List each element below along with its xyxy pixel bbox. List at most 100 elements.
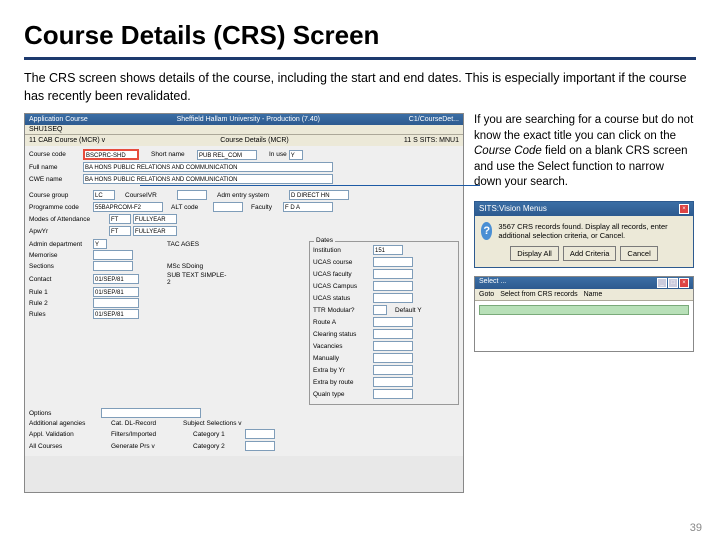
memorise-label: Memorise: [29, 252, 89, 259]
confirm-dialog: SITS:Vision Menus × ? 3567 CRS records f…: [474, 201, 694, 268]
maximize-icon[interactable]: □: [668, 278, 678, 288]
course-ivr-label: CourseIVR: [125, 192, 175, 199]
memorise-field[interactable]: [93, 250, 133, 260]
ucas-campus-label: UCAS Campus: [313, 283, 371, 290]
close-icon[interactable]: ×: [679, 278, 689, 288]
ttr-label: TTR Modular?: [313, 307, 371, 314]
alt-code-field[interactable]: [213, 202, 243, 212]
close-icon[interactable]: ×: [679, 204, 689, 214]
admin-dept-label: Admin department: [29, 241, 89, 248]
route-field[interactable]: [373, 317, 413, 327]
category2-field[interactable]: [245, 441, 275, 451]
vacancies-label: Vacancies: [313, 343, 371, 350]
cwe-name-field[interactable]: BA HONS PUBLIC RELATIONS AND COMMUNICATI…: [83, 174, 333, 184]
header-center: Course Details (MCR): [220, 137, 288, 144]
crs-screenshot: Application Course Sheffield Hallam Univ…: [24, 113, 464, 493]
short-name-field[interactable]: PUB REL_COM: [197, 150, 257, 160]
ucas-faculty-field[interactable]: [373, 269, 413, 279]
question-icon: ?: [481, 222, 492, 240]
options-field[interactable]: [101, 408, 201, 418]
minimize-icon[interactable]: _: [657, 278, 667, 288]
display-all-button[interactable]: Display All: [510, 246, 559, 261]
rule2-field[interactable]: [93, 298, 139, 308]
prog-code-field[interactable]: 55BAPRCOM-F2: [93, 202, 163, 212]
app-titlebar: Application Course Sheffield Hallam Univ…: [25, 114, 463, 125]
msc-label: MSc SDoing: [167, 263, 227, 270]
in-use-field[interactable]: Y: [289, 150, 303, 160]
extra-yr-label: Extra by Yr: [313, 367, 371, 374]
in-use-label: In use: [269, 151, 287, 158]
contact-label: Contact: [29, 276, 89, 283]
confirm-dialog-title: SITS:Vision Menus: [479, 204, 547, 214]
dates-groupbox: Dates Institution151 UCAS course UCAS fa…: [309, 241, 459, 405]
filters-label: Filters/Imported: [111, 431, 181, 438]
select-result-row[interactable]: [479, 305, 689, 315]
crs-group-field[interactable]: LC: [93, 190, 115, 200]
select-from-label: Select from CRS records: [500, 291, 577, 298]
apw-label: ApwYr: [29, 228, 107, 235]
dates-group-label: Dates: [314, 237, 335, 244]
default-label: Default Y: [395, 307, 422, 314]
all-courses-label: All Courses: [29, 443, 99, 450]
tac-label: TAC AGES: [167, 241, 227, 248]
course-code-label: Course code: [29, 151, 81, 158]
page-title: Course Details (CRS) Screen: [24, 20, 696, 51]
ucas-status-label: UCAS status: [313, 295, 371, 302]
extra-route-field[interactable]: [373, 377, 413, 387]
category2-label: Category 2: [193, 443, 243, 450]
ucas-course-field[interactable]: [373, 257, 413, 267]
faculty-label: Faculty: [251, 204, 281, 211]
contact-field[interactable]: 01/SEP/81: [93, 274, 139, 284]
cancel-button[interactable]: Cancel: [620, 246, 657, 261]
sections-field[interactable]: [93, 261, 133, 271]
category1-field[interactable]: [245, 429, 275, 439]
admin-dept-field[interactable]: Y: [93, 239, 107, 249]
manually-field[interactable]: [373, 353, 413, 363]
ttr-field[interactable]: [373, 305, 387, 315]
options-label: Options: [29, 410, 99, 417]
sections-label: Sections: [29, 263, 89, 270]
course-code-field[interactable]: BSCPRC-SHD: [83, 149, 139, 160]
qualn-type-label: Qualn type: [313, 391, 371, 398]
clearing-field[interactable]: [373, 329, 413, 339]
apw-field-1[interactable]: FT: [109, 226, 131, 236]
title-underline: [24, 57, 696, 60]
sub-sel-label: Subject Selections v: [183, 420, 263, 427]
moa-field-1[interactable]: FT: [109, 214, 131, 224]
alt-code-label: ALT code: [171, 204, 211, 211]
route-label: Route A: [313, 319, 371, 326]
extra-yr-field[interactable]: [373, 365, 413, 375]
generate-label: Generate Prs v: [111, 443, 181, 450]
institution-field[interactable]: 151: [373, 245, 403, 255]
select-dialog: Select ... _ □ × Goto Select from CRS re…: [474, 276, 694, 352]
clearing-label: Clearing status: [313, 331, 371, 338]
ucas-faculty-label: UCAS faculty: [313, 271, 371, 278]
institution-label: Institution: [313, 247, 371, 254]
adm-entry-label: Adm entry system: [217, 192, 287, 199]
category1-label: Category 1: [193, 431, 243, 438]
ucas-status-field[interactable]: [373, 293, 413, 303]
rule1-field[interactable]: 01/SEP/81: [93, 287, 139, 297]
confirm-dialog-message: 3567 CRS records found. Display all reco…: [498, 222, 687, 240]
vacancies-field[interactable]: [373, 341, 413, 351]
short-name-label: Short name: [151, 151, 195, 158]
extra-route-label: Extra by route: [313, 379, 371, 386]
select-name-label: Name: [584, 291, 603, 298]
callout-arrow: [140, 185, 480, 186]
faculty-field[interactable]: F D A: [283, 202, 333, 212]
full-name-field[interactable]: BA HONS PUBLIC RELATIONS AND COMMUNICATI…: [83, 162, 333, 172]
course-ivr-field[interactable]: [177, 190, 207, 200]
page-number: 39: [690, 522, 702, 534]
menubar: SHU1SEQ: [25, 125, 463, 135]
ucas-campus-field[interactable]: [373, 281, 413, 291]
titlebar-center: Sheffield Hallam University - Production…: [177, 116, 320, 123]
qualn-type-field[interactable]: [373, 389, 413, 399]
adm-entry-field[interactable]: D DIRECT HN: [289, 190, 349, 200]
description-text: The CRS screen shows details of the cour…: [24, 70, 696, 105]
titlebar-right: C1/CourseDet...: [409, 116, 459, 123]
moa-field-2[interactable]: FULLYEAR: [133, 214, 177, 224]
rules-field[interactable]: 01/SEP/81: [93, 309, 139, 319]
header-left: 11 CAB Course (MCR) v: [29, 137, 105, 144]
apw-field-2[interactable]: FULLYEAR: [133, 226, 177, 236]
add-criteria-button[interactable]: Add Criteria: [563, 246, 617, 261]
